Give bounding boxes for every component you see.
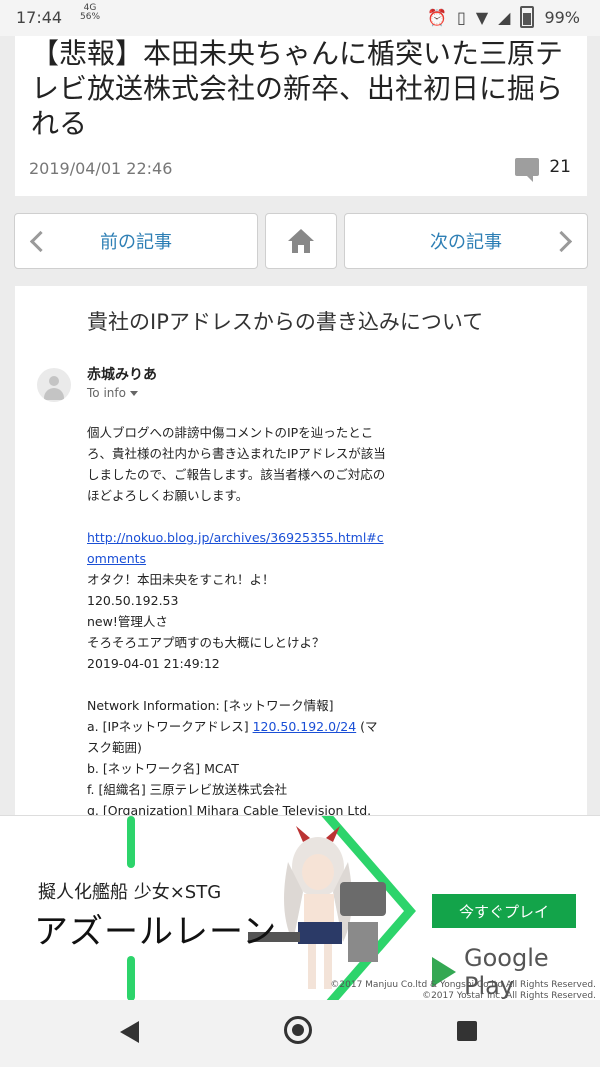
email-line: 2019-04-01 21:49:12	[87, 656, 220, 671]
netinfo-f: f. [組織名] 三原テレビ放送株式会社	[87, 782, 288, 797]
next-article-label: 次の記事	[430, 232, 502, 253]
play-now-button[interactable]: 今すぐプレイ	[432, 894, 576, 928]
article-navigation: 前の記事 次の記事	[14, 213, 588, 271]
article-date: 2019/04/01 22:46	[29, 159, 173, 178]
comment-bubble-icon	[515, 158, 540, 182]
article-header: 【悲報】本田未央ちゃんに楯突いた三原テレビ放送株式会社の新卒、出社初日に掘られる…	[15, 36, 587, 196]
netinfo-b: b. [ネットワーク名] MCAT	[87, 761, 239, 776]
home-circle-icon[interactable]	[284, 1016, 312, 1044]
ad-copyright: ©2017 Manjuu Co.ltd & Yongshi Co.ltd All…	[330, 980, 596, 1001]
accent-line	[127, 816, 135, 868]
netinfo-a: a. [IPネットワークアドレス] 120.50.192.0/24 (マスク範囲…	[87, 716, 387, 758]
chevron-right-icon	[550, 230, 573, 253]
email-paragraph: 個人ブログへの誹謗中傷コメントのIPを辿ったところ、貴社様の社内から書き込まれた…	[87, 425, 386, 503]
data-rate: 56%	[80, 12, 101, 22]
netinfo-g: g. [Organization] Mihara Cable Televisio…	[87, 803, 372, 816]
data-indicator: 4G 56%	[80, 4, 100, 22]
netinfo-header: Network Information: [ネットワーク情報]	[87, 698, 334, 713]
status-time: 17:44	[16, 8, 63, 27]
article-body: 貴社のIPアドレスからの書き込みについて 赤城みりあ To info 個人ブログ…	[15, 286, 587, 816]
email-recipient: To info	[87, 386, 138, 400]
email-line: オタク！本田未央をすこれ！よ！	[87, 572, 275, 587]
email-subject: 貴社のIPアドレスからの書き込みについて	[87, 310, 484, 334]
battery-icon	[520, 6, 535, 28]
status-bar: 17:44 4G 56% ⏰ ▯ ▼ ◢ 99%	[0, 0, 600, 36]
netinfo-a-prefix: a. [IPネットワークアドレス]	[87, 719, 253, 734]
next-article-button[interactable]: 次の記事	[344, 213, 588, 269]
alarm-icon: ⏰	[427, 7, 447, 27]
article-title: 【悲報】本田未央ちゃんに楯突いた三原テレビ放送株式会社の新卒、出社初日に掘られる	[31, 37, 564, 140]
email-body: 個人ブログへの誹謗中傷コメントのIPを辿ったところ、貴社様の社内から書き込まれた…	[87, 422, 387, 816]
avatar	[37, 368, 71, 402]
comment-count: 21	[549, 157, 571, 177]
accent-line	[127, 956, 135, 1001]
wifi-icon: ▼	[475, 7, 489, 27]
email-line: new!管理人さ	[87, 614, 168, 629]
email-sender: 赤城みりあ	[87, 367, 157, 383]
email-recipient-label: To info	[87, 386, 126, 400]
system-nav-bar	[0, 1000, 600, 1067]
person-icon	[49, 376, 59, 386]
vibrate-icon: ▯	[457, 7, 466, 27]
email-line: そろそろエアプ晒すのも大概にしとけよ？	[87, 635, 325, 650]
signal-icon: ◢	[498, 7, 511, 27]
back-icon[interactable]	[120, 1021, 139, 1043]
ad-game-title: アズールレーン	[34, 912, 278, 952]
ad-copyright-line: ©2017 Manjuu Co.ltd & Yongshi Co.ltd All…	[330, 980, 596, 990]
home-icon	[288, 229, 314, 253]
chevron-left-icon	[29, 230, 52, 253]
ip-network-link[interactable]: 120.50.192.0/24	[253, 719, 357, 734]
comment-count-link[interactable]: 21	[515, 157, 571, 182]
battery-level: 99%	[544, 7, 580, 27]
recent-apps-icon[interactable]	[457, 1021, 477, 1041]
prev-article-button[interactable]: 前の記事	[14, 213, 258, 269]
article-meta: 2019/04/01 22:46 21	[15, 151, 587, 196]
ad-banner[interactable]: 擬人化艦船 少女×STG アズールレーン 今すぐプレイ Google Play …	[0, 815, 600, 1001]
comment-link[interactable]: http://nokuo.blog.jp/archives/36925355.h…	[87, 530, 384, 566]
home-button[interactable]	[265, 213, 337, 269]
ad-tagline: 擬人化艦船 少女×STG	[38, 882, 222, 903]
status-icons: ⏰ ▯ ▼ ◢ 99%	[427, 6, 580, 28]
caret-down-icon	[129, 391, 138, 396]
prev-article-label: 前の記事	[100, 232, 172, 253]
email-line: 120.50.192.53	[87, 593, 179, 608]
